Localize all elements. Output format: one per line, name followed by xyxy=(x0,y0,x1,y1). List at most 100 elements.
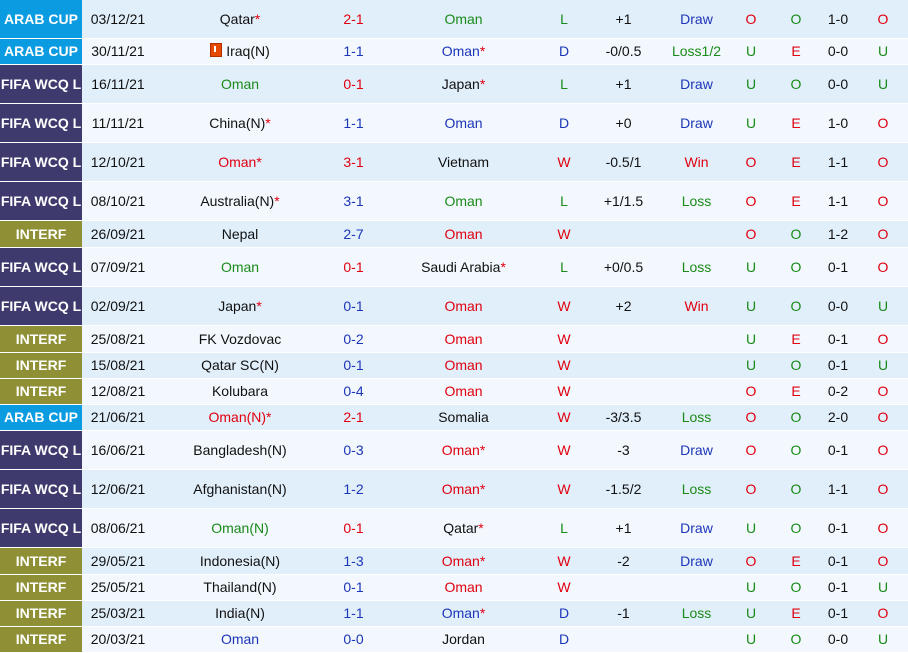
match-score[interactable]: 3-1 xyxy=(326,142,381,182)
away-team-cell[interactable]: Oman* xyxy=(381,469,546,509)
home-team-cell[interactable]: FK Vozdovac xyxy=(154,325,326,353)
league-badge[interactable]: INTERF xyxy=(0,600,82,627)
home-team-name[interactable]: Oman xyxy=(221,631,259,647)
away-team-cell[interactable]: Saudi Arabia* xyxy=(381,247,546,287)
home-team-cell[interactable]: Bangladesh(N) xyxy=(154,430,326,470)
away-team-name[interactable]: Vietnam xyxy=(438,154,489,170)
league-badge[interactable]: INTERF xyxy=(0,626,82,653)
home-team-name[interactable]: Qatar SC(N) xyxy=(201,357,279,373)
away-team-name[interactable]: Oman xyxy=(442,605,480,621)
away-team-name[interactable]: Jordan xyxy=(442,631,485,647)
away-team-cell[interactable]: Oman* xyxy=(381,547,546,575)
home-team-name[interactable]: Iraq(N) xyxy=(226,43,270,59)
league-badge[interactable]: FIFA WCQ L xyxy=(0,508,82,548)
match-score[interactable]: 3-1 xyxy=(326,181,381,221)
away-team-cell[interactable]: Oman xyxy=(381,286,546,326)
home-team-name[interactable]: Kolubara xyxy=(212,383,268,399)
away-team-name[interactable]: Oman xyxy=(444,11,482,27)
league-badge[interactable]: INTERF xyxy=(0,325,82,353)
away-team-cell[interactable]: Qatar* xyxy=(381,508,546,548)
league-badge[interactable]: INTERF xyxy=(0,352,82,379)
home-team-name[interactable]: Australia(N) xyxy=(200,193,274,209)
home-team-name[interactable]: Oman(N) xyxy=(211,520,269,536)
match-score[interactable]: 0-1 xyxy=(326,574,381,601)
home-team-name[interactable]: Oman xyxy=(221,259,259,275)
home-team-cell[interactable]: Oman xyxy=(154,247,326,287)
away-team-name[interactable]: Oman xyxy=(442,43,480,59)
away-team-name[interactable]: Japan xyxy=(442,76,480,92)
home-team-name[interactable]: Nepal xyxy=(222,226,259,242)
league-badge[interactable]: INTERF xyxy=(0,574,82,601)
away-team-cell[interactable]: Oman* xyxy=(381,430,546,470)
away-team-cell[interactable]: Oman xyxy=(381,352,546,379)
match-score[interactable]: 0-1 xyxy=(326,64,381,104)
away-team-cell[interactable]: Jordan xyxy=(381,626,546,653)
away-team-name[interactable]: Oman xyxy=(442,442,480,458)
league-badge[interactable]: INTERF xyxy=(0,547,82,575)
league-badge[interactable]: ARAB CUP xyxy=(0,38,82,65)
match-score[interactable]: 0-1 xyxy=(326,247,381,287)
away-team-name[interactable]: Oman xyxy=(444,115,482,131)
away-team-cell[interactable]: Oman xyxy=(381,574,546,601)
away-team-name[interactable]: Oman xyxy=(442,553,480,569)
match-score[interactable]: 0-0 xyxy=(326,626,381,653)
match-score[interactable]: 0-3 xyxy=(326,430,381,470)
home-team-name[interactable]: China(N) xyxy=(209,115,265,131)
home-team-name[interactable]: Indonesia(N) xyxy=(200,553,280,569)
away-team-cell[interactable]: Oman* xyxy=(381,38,546,65)
away-team-cell[interactable]: Japan* xyxy=(381,64,546,104)
home-team-name[interactable]: Bangladesh(N) xyxy=(193,442,286,458)
home-team-cell[interactable]: Oman(N) xyxy=(154,508,326,548)
match-score[interactable]: 0-2 xyxy=(326,325,381,353)
home-team-name[interactable]: Oman(N) xyxy=(208,409,266,425)
away-team-cell[interactable]: Vietnam xyxy=(381,142,546,182)
away-team-name[interactable]: Oman xyxy=(444,357,482,373)
home-team-cell[interactable]: Oman xyxy=(154,626,326,653)
home-team-cell[interactable]: Nepal xyxy=(154,220,326,248)
home-team-cell[interactable]: India(N) xyxy=(154,600,326,627)
home-team-cell[interactable]: Kolubara xyxy=(154,378,326,405)
match-score[interactable]: 0-1 xyxy=(326,508,381,548)
match-score[interactable]: 1-2 xyxy=(326,469,381,509)
away-team-cell[interactable]: Oman xyxy=(381,220,546,248)
home-team-name[interactable]: India(N) xyxy=(215,605,265,621)
match-score[interactable]: 0-1 xyxy=(326,286,381,326)
away-team-cell[interactable]: Oman xyxy=(381,325,546,353)
away-team-name[interactable]: Oman xyxy=(444,383,482,399)
home-team-cell[interactable]: Indonesia(N) xyxy=(154,547,326,575)
home-team-name[interactable]: Qatar xyxy=(220,11,255,27)
home-team-cell[interactable]: Japan* xyxy=(154,286,326,326)
away-team-cell[interactable]: Somalia xyxy=(381,404,546,431)
league-badge[interactable]: ARAB CUP xyxy=(0,404,82,431)
away-team-name[interactable]: Oman xyxy=(442,481,480,497)
league-badge[interactable]: FIFA WCQ L xyxy=(0,103,82,143)
home-team-cell[interactable]: Oman(N)* xyxy=(154,404,326,431)
match-score[interactable]: 1-1 xyxy=(326,600,381,627)
away-team-name[interactable]: Saudi Arabia xyxy=(421,259,500,275)
match-score[interactable]: 2-1 xyxy=(326,404,381,431)
league-badge[interactable]: ARAB CUP xyxy=(0,0,82,39)
league-badge[interactable]: FIFA WCQ L xyxy=(0,181,82,221)
home-team-name[interactable]: Oman xyxy=(221,76,259,92)
match-score[interactable]: 0-1 xyxy=(326,352,381,379)
match-score[interactable]: 1-3 xyxy=(326,547,381,575)
league-badge[interactable]: INTERF xyxy=(0,378,82,405)
league-badge[interactable]: FIFA WCQ L xyxy=(0,286,82,326)
home-team-cell[interactable]: Afghanistan(N) xyxy=(154,469,326,509)
away-team-name[interactable]: Qatar xyxy=(443,520,478,536)
match-score[interactable]: 1-1 xyxy=(326,103,381,143)
match-score[interactable]: 2-1 xyxy=(326,0,381,39)
away-team-cell[interactable]: Oman xyxy=(381,378,546,405)
away-team-cell[interactable]: Oman* xyxy=(381,600,546,627)
home-team-name[interactable]: FK Vozdovac xyxy=(199,331,282,347)
home-team-cell[interactable]: Iraq(N) xyxy=(154,38,326,65)
league-badge[interactable]: FIFA WCQ L xyxy=(0,469,82,509)
away-team-name[interactable]: Oman xyxy=(444,226,482,242)
league-badge[interactable]: FIFA WCQ L xyxy=(0,247,82,287)
home-team-cell[interactable]: China(N)* xyxy=(154,103,326,143)
home-team-name[interactable]: Oman xyxy=(218,154,256,170)
match-score[interactable]: 1-1 xyxy=(326,38,381,65)
away-team-name[interactable]: Oman xyxy=(444,579,482,595)
away-team-name[interactable]: Somalia xyxy=(438,409,489,425)
league-badge[interactable]: FIFA WCQ L xyxy=(0,142,82,182)
